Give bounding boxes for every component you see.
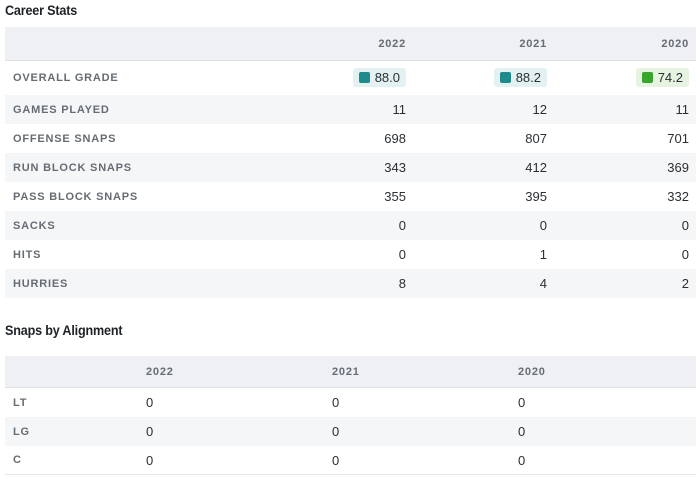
table-row-overall-grade: OVERALL GRADE 88.0 88.2 74.2: [5, 61, 696, 95]
year-header[interactable]: 2021: [332, 366, 518, 378]
career-header-row: 2022 2021 2020: [5, 27, 696, 61]
stat-value: 8: [398, 276, 406, 291]
grade-color-icon: [641, 72, 653, 83]
grade-value: 88.2: [515, 70, 541, 85]
table-row: HITS 0 1 0: [5, 240, 696, 269]
alignment-header-row: 2022 2021 2020: [5, 356, 696, 388]
snaps-by-alignment-title: Snaps by Alignment: [5, 322, 123, 338]
grade-badge: 88.2: [493, 68, 547, 87]
stat-value: 369: [667, 160, 689, 175]
snap-value: 0: [146, 452, 154, 468]
row-label: C: [13, 454, 22, 466]
year-header[interactable]: 2020: [547, 38, 696, 50]
stat-value: 0: [398, 218, 406, 233]
snap-value: 0: [332, 424, 340, 439]
stat-value: 332: [667, 189, 689, 204]
row-label: LG: [13, 425, 30, 438]
career-stats-title: Career Stats: [5, 2, 78, 18]
grade-color-icon: [499, 72, 511, 83]
stat-value: 12: [532, 102, 547, 117]
snap-value: 0: [146, 395, 154, 410]
stat-value: 0: [398, 247, 406, 262]
grade-value: 88.0: [374, 70, 400, 85]
row-label: HITS: [13, 248, 42, 261]
career-stats-table: 2022 2021 2020 OVERALL GRADE 88.0 88.2 7…: [5, 27, 696, 298]
table-row: LT 0 0 0: [5, 388, 696, 417]
year-header[interactable]: 2020: [518, 366, 696, 378]
table-row: RUN BLOCK SNAPS 343 412 369: [5, 153, 696, 182]
table-row: PASS BLOCK SNAPS 355 395 332: [5, 182, 696, 211]
row-label: OVERALL GRADE: [13, 72, 119, 84]
stat-value: 395: [525, 189, 547, 204]
row-label: PASS BLOCK SNAPS: [13, 190, 139, 203]
table-row: HURRIES 8 4 2: [5, 269, 696, 298]
grade-badge: 74.2: [635, 68, 689, 87]
stat-value: 0: [681, 247, 689, 262]
stat-value: 0: [681, 218, 689, 233]
stat-value: 698: [384, 131, 406, 146]
stat-value: 0: [539, 218, 547, 233]
grade-value: 74.2: [657, 70, 683, 85]
grade-badge: 88.0: [352, 68, 406, 87]
row-label: OFFENSE SNAPS: [13, 132, 117, 145]
stat-value: 4: [539, 276, 547, 291]
table-row: OFFENSE SNAPS 698 807 701: [5, 124, 696, 153]
table-row: LG 0 0 0: [5, 417, 696, 446]
year-header[interactable]: 2022: [265, 38, 406, 50]
snap-value: 0: [518, 452, 526, 468]
snaps-by-alignment-table: 2022 2021 2020 LT 0 0 0 LG 0 0 0 C 0 0 0: [5, 356, 696, 475]
row-label: GAMES PLAYED: [13, 103, 110, 116]
snap-value: 0: [518, 424, 526, 439]
year-header[interactable]: 2022: [146, 366, 332, 378]
stat-value: 11: [392, 102, 407, 117]
row-label: HURRIES: [13, 277, 69, 290]
snap-value: 0: [332, 395, 340, 410]
stat-value: 701: [667, 131, 689, 146]
grade-color-icon: [358, 72, 370, 83]
stat-value: 807: [525, 131, 547, 146]
table-row: SACKS 0 0 0: [5, 211, 696, 240]
stat-value: 2: [681, 276, 689, 291]
stat-value: 343: [384, 160, 406, 175]
row-label: SACKS: [13, 219, 56, 232]
stat-value: 355: [384, 189, 406, 204]
table-row: GAMES PLAYED 11 12 11: [5, 95, 696, 124]
stat-value: 412: [525, 160, 547, 175]
stat-value: 11: [675, 102, 690, 117]
stat-value: 1: [539, 247, 547, 262]
snap-value: 0: [518, 395, 526, 410]
year-header[interactable]: 2021: [406, 38, 547, 50]
row-label: LT: [13, 396, 28, 409]
row-label: RUN BLOCK SNAPS: [13, 161, 132, 174]
table-row: C 0 0 0: [5, 446, 696, 475]
snap-value: 0: [146, 424, 154, 439]
snap-value: 0: [332, 452, 340, 468]
